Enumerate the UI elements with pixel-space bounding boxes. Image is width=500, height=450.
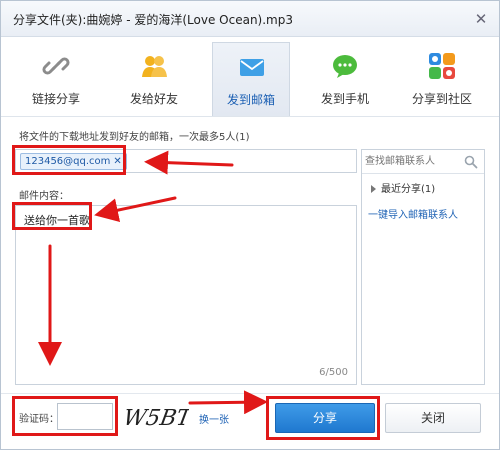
contact-search-box (362, 150, 484, 174)
mail-icon (240, 59, 264, 76)
char-counter: 6/500 (319, 367, 348, 378)
contact-search-input[interactable] (365, 153, 461, 170)
import-contacts-link[interactable]: 一键导入邮箱联系人 (368, 206, 458, 221)
close-button[interactable]: 关闭 (385, 403, 481, 433)
tab-link-share[interactable]: 链接分享 (17, 42, 95, 116)
tab-send-to-email[interactable]: 发到邮箱 (212, 42, 290, 116)
tab-share-to-community[interactable]: 分享到社区 (403, 42, 481, 116)
friends-icon (142, 56, 167, 77)
search-icon[interactable] (464, 155, 478, 169)
captcha-text: W5BT (125, 405, 189, 431)
email-hint: 将文件的下载地址发到好友的邮箱，一次最多5人(1) (19, 132, 250, 143)
recipient-email-input[interactable]: 123456@qq.com ✕ (15, 149, 357, 173)
tab-label: 分享到社区 (411, 92, 472, 106)
tab-label: 发到邮箱 (226, 93, 275, 107)
refresh-captcha-link[interactable]: 换一张 (199, 411, 229, 426)
share-method-tabs: 链接分享 发给好友 发到邮箱 发到手机 分享到社区 (1, 38, 499, 117)
close-icon[interactable]: ✕ (471, 9, 491, 29)
recent-shares-toggle[interactable]: 最近分享(1) (370, 180, 435, 195)
community-icon (429, 53, 455, 79)
phone-message-icon (333, 55, 357, 78)
tab-label: 发给好友 (129, 92, 178, 106)
captcha-input[interactable] (57, 403, 113, 430)
contacts-panel: 最近分享(1) 一键导入邮箱联系人 (361, 149, 485, 385)
captcha-label: 验证码： (19, 414, 59, 425)
recipient-chip: 123456@qq.com ✕ (20, 153, 127, 170)
tab-label: 链接分享 (31, 92, 80, 106)
message-textarea[interactable]: 送给你一首歌 6/500 (15, 205, 357, 385)
share-dialog: 分享文件(夹):曲婉婷 - 爱的海洋(Love Ocean).mp3 ✕ 链接分… (0, 0, 500, 450)
recipient-address: 123456@qq.com (25, 156, 111, 167)
message-label: 邮件内容： (19, 191, 69, 202)
caret-right-icon (371, 185, 376, 193)
tab-send-to-friend[interactable]: 发给好友 (115, 42, 193, 116)
tab-label: 发到手机 (320, 92, 369, 106)
remove-recipient-icon[interactable]: ✕ (113, 156, 121, 167)
share-button[interactable]: 分享 (275, 403, 375, 433)
title-bar: 分享文件(夹):曲婉婷 - 爱的海洋(Love Ocean).mp3 ✕ (1, 1, 499, 37)
window-title: 分享文件(夹):曲婉婷 - 爱的海洋(Love Ocean).mp3 (13, 13, 293, 27)
message-text: 送给你一首歌 (24, 214, 90, 227)
link-icon (42, 57, 70, 75)
captcha-image[interactable]: W5BT (125, 399, 189, 433)
tab-send-to-phone[interactable]: 发到手机 (306, 42, 384, 116)
recent-shares-label: 最近分享(1) (381, 184, 436, 195)
footer-divider (1, 393, 499, 394)
